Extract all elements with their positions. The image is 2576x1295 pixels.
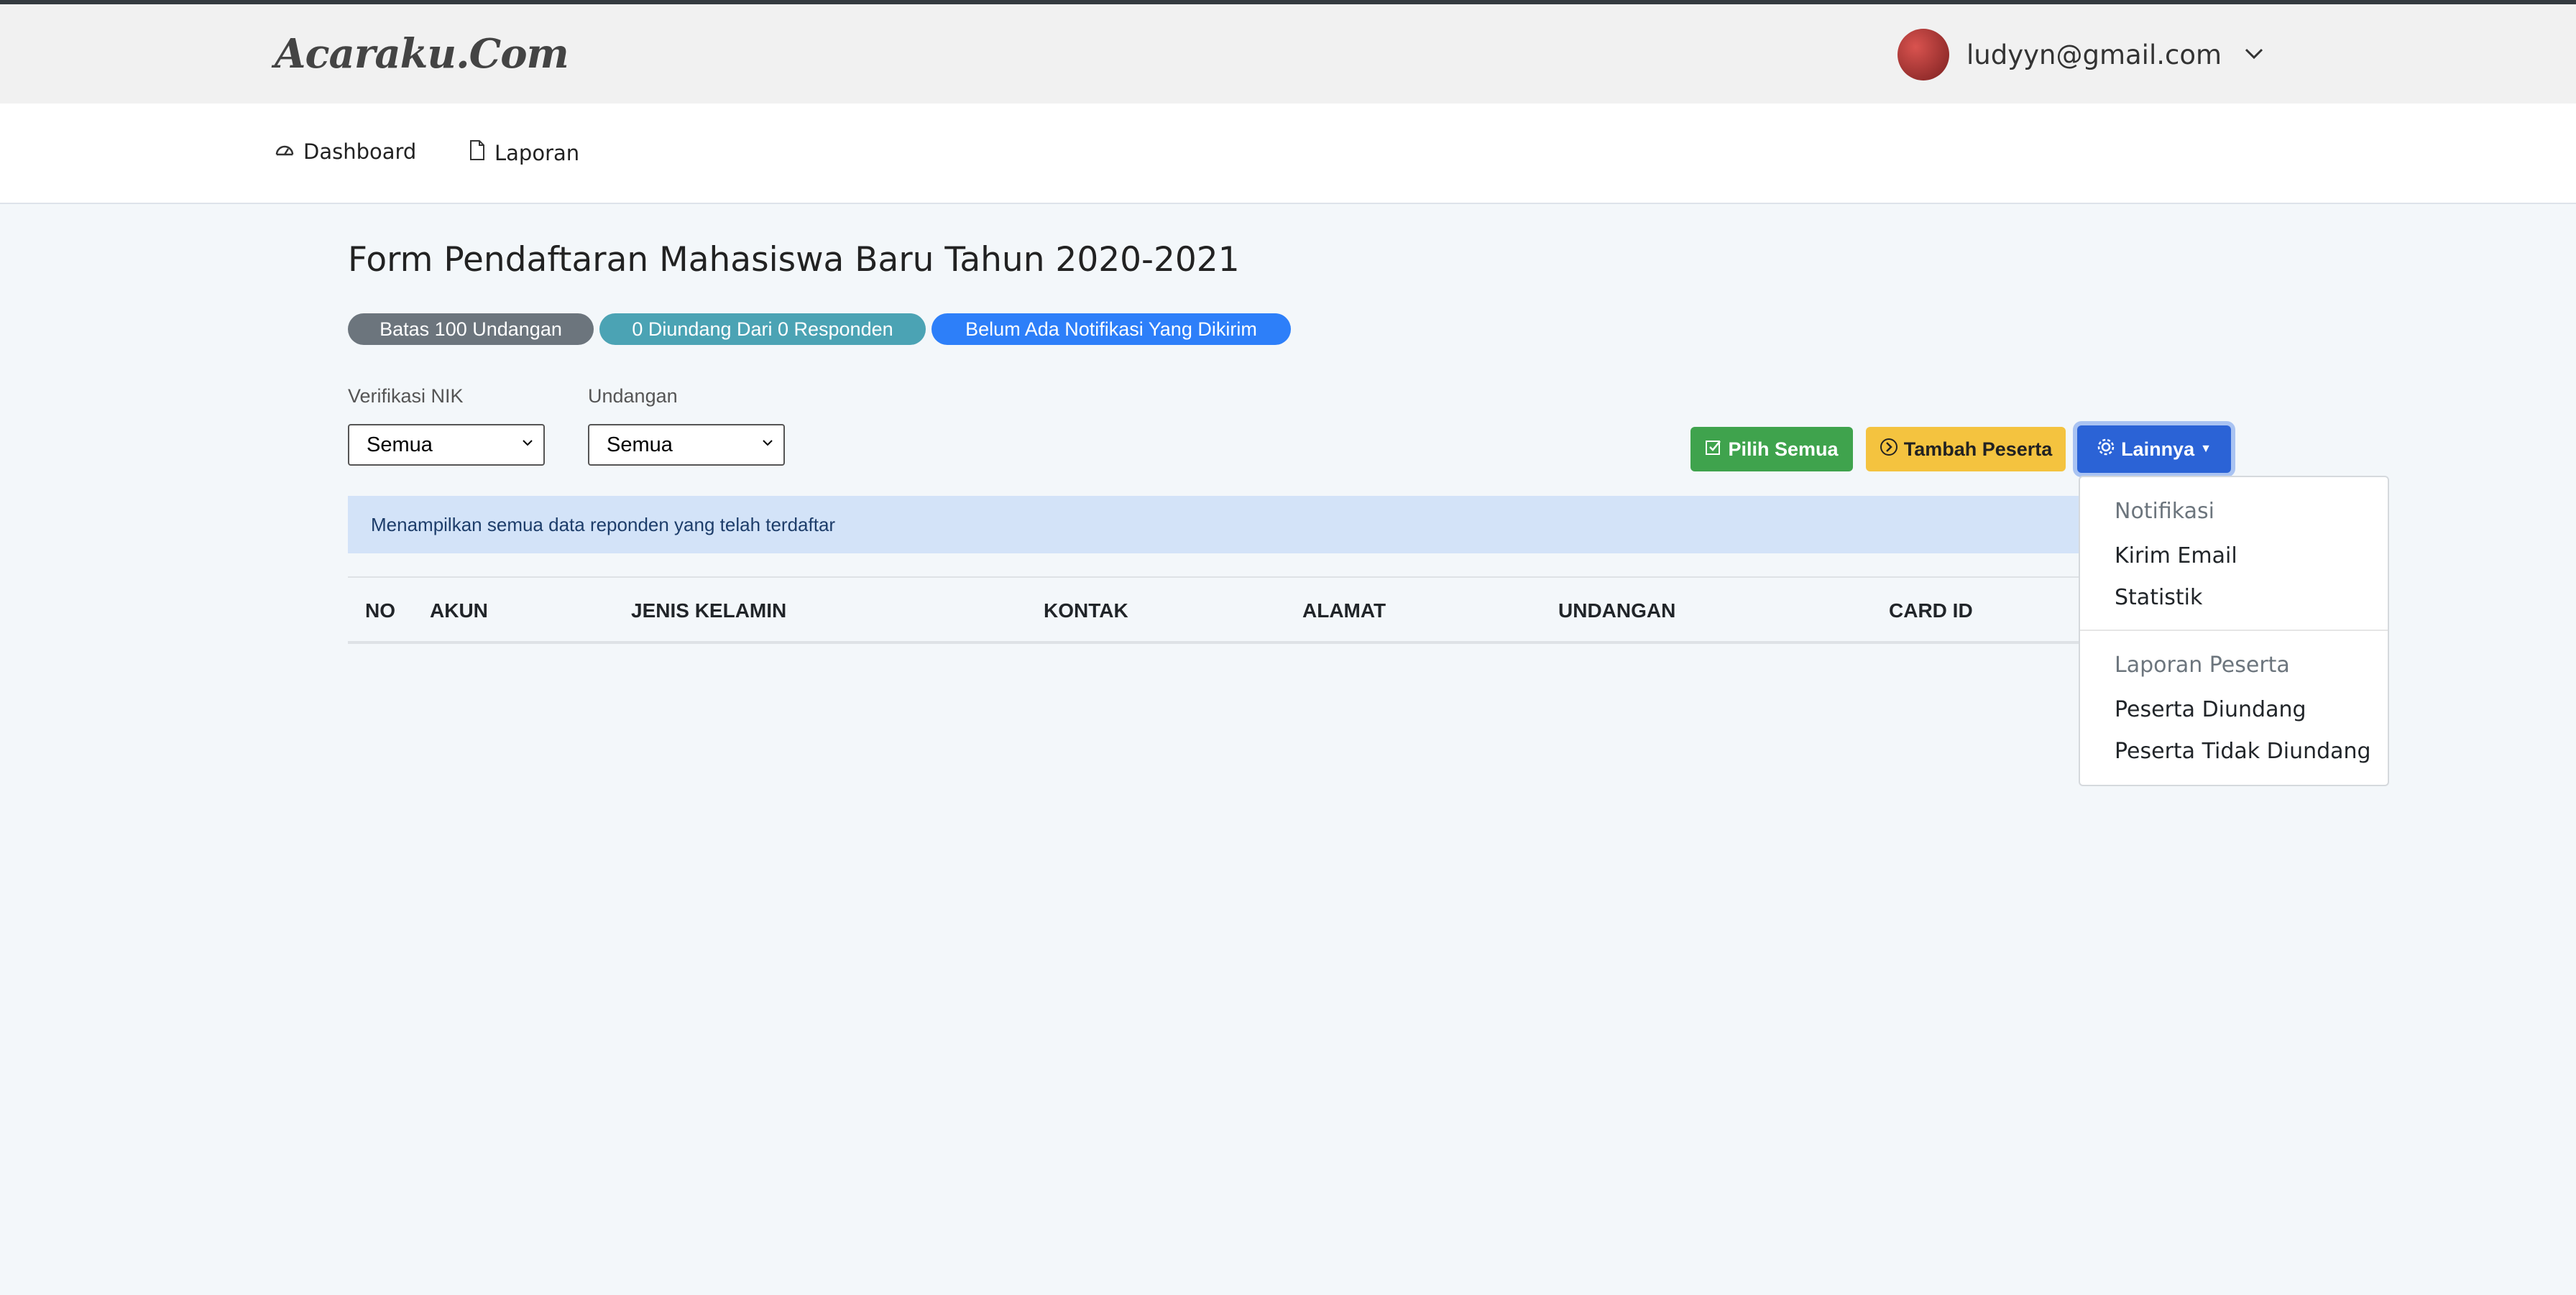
nik-filter-select[interactable]: Semua [348, 424, 545, 466]
select-all-label: Pilih Semua [1728, 438, 1839, 460]
nav-laporan[interactable]: Laporan [469, 139, 579, 166]
dashboard-icon [275, 141, 295, 162]
column-header[interactable]: CARD ID [1889, 599, 1973, 622]
check-square-icon [1705, 438, 1722, 461]
arrow-right-circle-icon [1880, 438, 1898, 461]
app-header: Acaraku.Com ludyyn@gmail.com [0, 4, 2576, 103]
dropdown-header-notifikasi: Notifikasi [2115, 499, 2214, 524]
column-header[interactable]: NO [365, 599, 395, 622]
undangan-filter-value: Semua [607, 433, 673, 456]
limit-badge: Batas 100 Undangan [348, 313, 594, 345]
user-email[interactable]: ludyyn@gmail.com [1966, 40, 2222, 70]
nav-laporan-label: Laporan [494, 140, 580, 165]
nav-dashboard[interactable]: Dashboard [275, 139, 416, 164]
document-icon [469, 139, 486, 166]
avatar[interactable] [1898, 29, 1949, 80]
nav-dashboard-label: Dashboard [303, 139, 417, 164]
dropdown-header-laporan-peserta: Laporan Peserta [2115, 653, 2290, 678]
column-header[interactable]: ALAMAT [1302, 599, 1386, 622]
column-header[interactable]: AKUN [430, 599, 488, 622]
column-header[interactable]: UNDANGAN [1558, 599, 1675, 622]
user-menu[interactable]: ludyyn@gmail.com [1898, 29, 2265, 80]
page-title: Form Pendaftaran Mahasiswa Baru Tahun 20… [348, 240, 1240, 280]
column-header[interactable]: KONTAK [1044, 599, 1128, 622]
caret-down-icon: ▼ [2200, 443, 2212, 455]
nik-filter-value: Semua [367, 433, 433, 456]
dropdown-divider [2080, 630, 2388, 631]
info-alert: Menampilkan semua data reponden yang tel… [348, 496, 2188, 553]
column-header[interactable]: JENIS KELAMIN [631, 599, 786, 622]
more-label: Lainnya [2121, 438, 2195, 460]
menu-item-statistik[interactable]: Statistik [2115, 585, 2202, 610]
table-header: NO AKUN JENIS KELAMIN KONTAK ALAMAT UNDA… [348, 576, 2188, 644]
undangan-filter-label: Undangan [588, 385, 678, 407]
undangan-filter-select[interactable]: Semua [588, 424, 785, 466]
more-dropdown-button[interactable]: Lainnya ▼ [2077, 425, 2231, 473]
menu-item-peserta-diundang[interactable]: Peserta Diundang [2115, 697, 2306, 722]
brand-logo[interactable]: Acaraku.Com [275, 30, 569, 78]
select-all-button[interactable]: Pilih Semua [1690, 427, 1853, 471]
invited-badge: 0 Diundang Dari 0 Responden [599, 313, 926, 345]
notification-badge: Belum Ada Notifikasi Yang Dikirim [932, 313, 1291, 345]
menu-item-kirim-email[interactable]: Kirim Email [2115, 543, 2237, 568]
gear-icon [2097, 438, 2115, 461]
more-dropdown-menu: Notifikasi Kirim Email Statistik Laporan… [2079, 476, 2389, 786]
main-nav: Dashboard Laporan [0, 103, 2576, 204]
status-badges: Batas 100 Undangan 0 Diundang Dari 0 Res… [348, 313, 1297, 345]
chevron-down-icon [520, 435, 535, 454]
chevron-down-icon[interactable] [2243, 42, 2265, 67]
chevron-down-icon [760, 435, 775, 454]
add-participant-label: Tambah Peserta [1903, 438, 2053, 460]
add-participant-button[interactable]: Tambah Peserta [1866, 427, 2066, 471]
menu-item-peserta-tidak-diundang[interactable]: Peserta Tidak Diundang [2115, 739, 2371, 764]
nik-filter-label: Verifikasi NIK [348, 385, 464, 407]
